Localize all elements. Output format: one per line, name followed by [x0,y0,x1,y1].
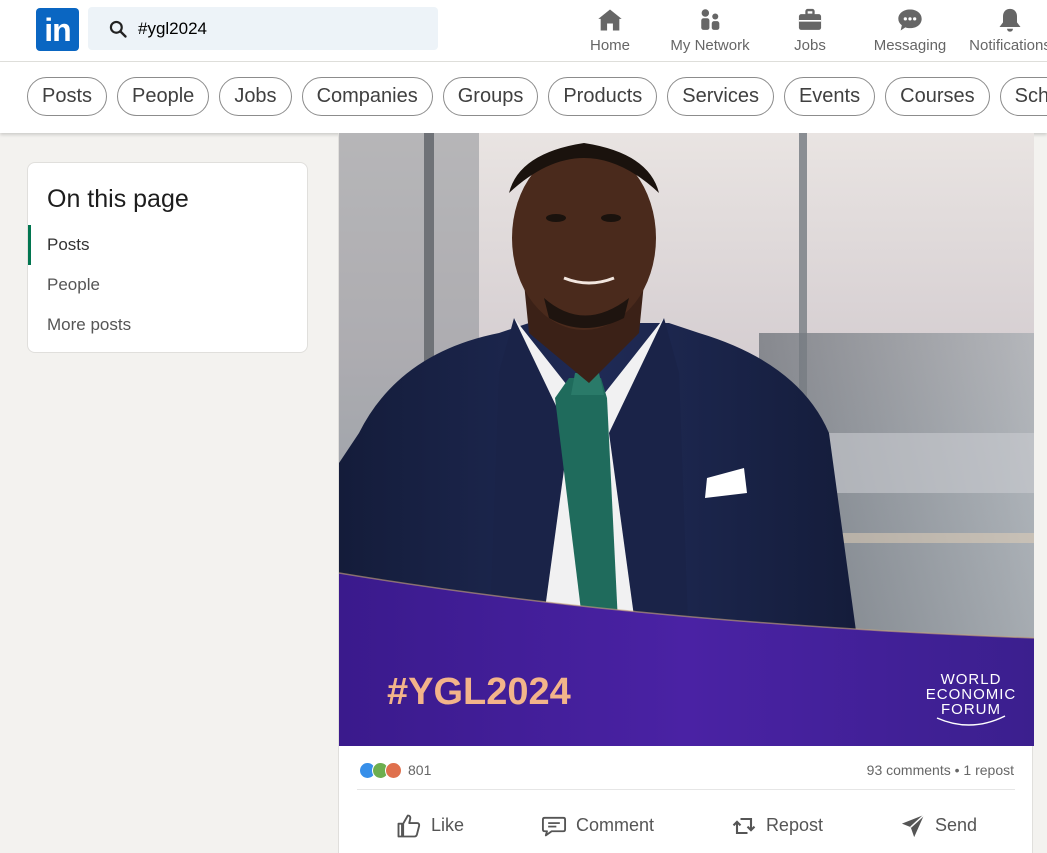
filter-companies[interactable]: Companies [301,77,433,116]
filter-schools[interactable]: Schools [999,77,1047,116]
nav-my-network-label: My Network [670,37,750,54]
post-action-bar: Like Comment Repost Send [357,798,1015,853]
on-this-page-card: On this page Posts People More posts [27,162,308,353]
repost-icon [732,817,756,834]
summary-separator: • [954,762,960,778]
reposts-count[interactable]: 1 repost [963,762,1014,778]
post-card: #YGL2024 WORLD ECONOMIC FORUM 801 93 com… [338,133,1034,853]
briefcase-icon [798,8,822,30]
nav-jobs-label: Jobs [794,37,826,54]
nav-notifications-label: Notifications [969,37,1047,54]
comments-reposts-summary: 93 comments • 1 repost [867,762,1014,778]
messaging-icon [898,9,922,31]
filter-services[interactable]: Services [667,77,774,116]
search-icon [109,20,127,38]
filter-courses[interactable]: Courses [885,77,990,116]
nav-jobs[interactable]: Jobs [760,0,860,62]
repost-label: Repost [765,815,823,835]
nav-my-network[interactable]: My Network [660,0,760,62]
primary-nav: Home My Network Jobs Messaging Notificat… [560,0,1047,62]
nav-messaging[interactable]: Messaging [860,0,960,62]
thumbs-up-icon [397,814,421,837]
post-image-org-line3: FORUM [941,701,1001,718]
post-divider [357,789,1015,790]
love-reaction-icon [385,761,402,779]
comment-label: Comment [575,815,654,835]
social-counts-bar: 801 93 comments • 1 repost [359,757,1014,783]
on-this-page-list: Posts People More posts [28,225,307,345]
filter-posts[interactable]: Posts [27,77,108,116]
on-this-page-item-posts[interactable]: Posts [28,225,307,265]
repost-button[interactable]: Repost [730,812,823,840]
filter-jobs[interactable]: Jobs [219,77,292,116]
filter-events[interactable]: Events [783,77,876,116]
linkedin-logo-icon[interactable]: in [36,8,79,51]
nav-notifications[interactable]: Notifications [960,0,1047,62]
post-image[interactable]: #YGL2024 WORLD ECONOMIC FORUM [339,133,1034,746]
filter-products[interactable]: Products [548,77,658,116]
filter-pill-list: Posts People Jobs Companies Groups Produ… [27,77,1047,116]
home-icon [598,9,622,31]
reactions-count: 801 [408,762,432,778]
filter-people[interactable]: People [117,77,210,116]
on-this-page-item-more-posts[interactable]: More posts [28,305,307,345]
like-label: Like [430,815,464,835]
filter-groups[interactable]: Groups [442,77,539,116]
nav-home-label: Home [589,37,630,54]
bell-icon [999,8,1021,32]
post-image-hashtag: #YGL2024 [387,671,571,713]
comment-icon [541,816,566,836]
send-button[interactable]: Send [899,812,977,840]
on-this-page-item-people[interactable]: People [28,265,307,305]
reactions-summary[interactable]: 801 [359,761,432,779]
network-icon [701,9,720,30]
like-button[interactable]: Like [395,812,464,840]
send-label: Send [934,815,977,835]
on-this-page-title: On this page [47,185,189,213]
search-filter-bar: Posts People Jobs Companies Groups Produ… [0,62,1047,133]
search-input[interactable] [138,18,418,39]
search-bar[interactable] [88,7,438,50]
post-photo-graphic: #YGL2024 WORLD ECONOMIC FORUM [339,133,1034,746]
nav-messaging-label: Messaging [873,37,947,54]
top-nav-bar: in Home My Network [0,0,1047,62]
nav-home[interactable]: Home [560,0,660,62]
comment-button[interactable]: Comment [540,812,654,840]
comments-count[interactable]: 93 comments [867,762,951,778]
send-icon [901,813,925,837]
